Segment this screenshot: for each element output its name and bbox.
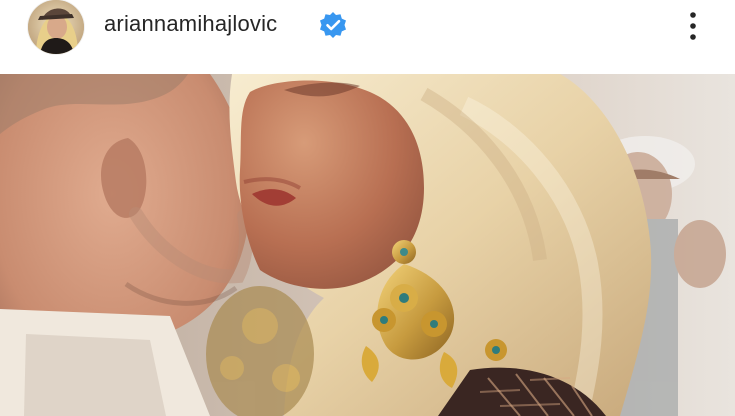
username[interactable]: ariannamihajlovic [104, 10, 277, 38]
post-header: ariannamihajlovic [0, 0, 735, 74]
more-options-icon[interactable] [681, 6, 705, 46]
kiss-photo-illustration [0, 74, 735, 416]
verified-badge-icon [320, 12, 346, 38]
avatar[interactable] [28, 0, 84, 54]
instagram-post: ariannamihajlovic [0, 0, 735, 416]
post-photo[interactable] [0, 74, 735, 416]
avatar-image [28, 0, 84, 54]
